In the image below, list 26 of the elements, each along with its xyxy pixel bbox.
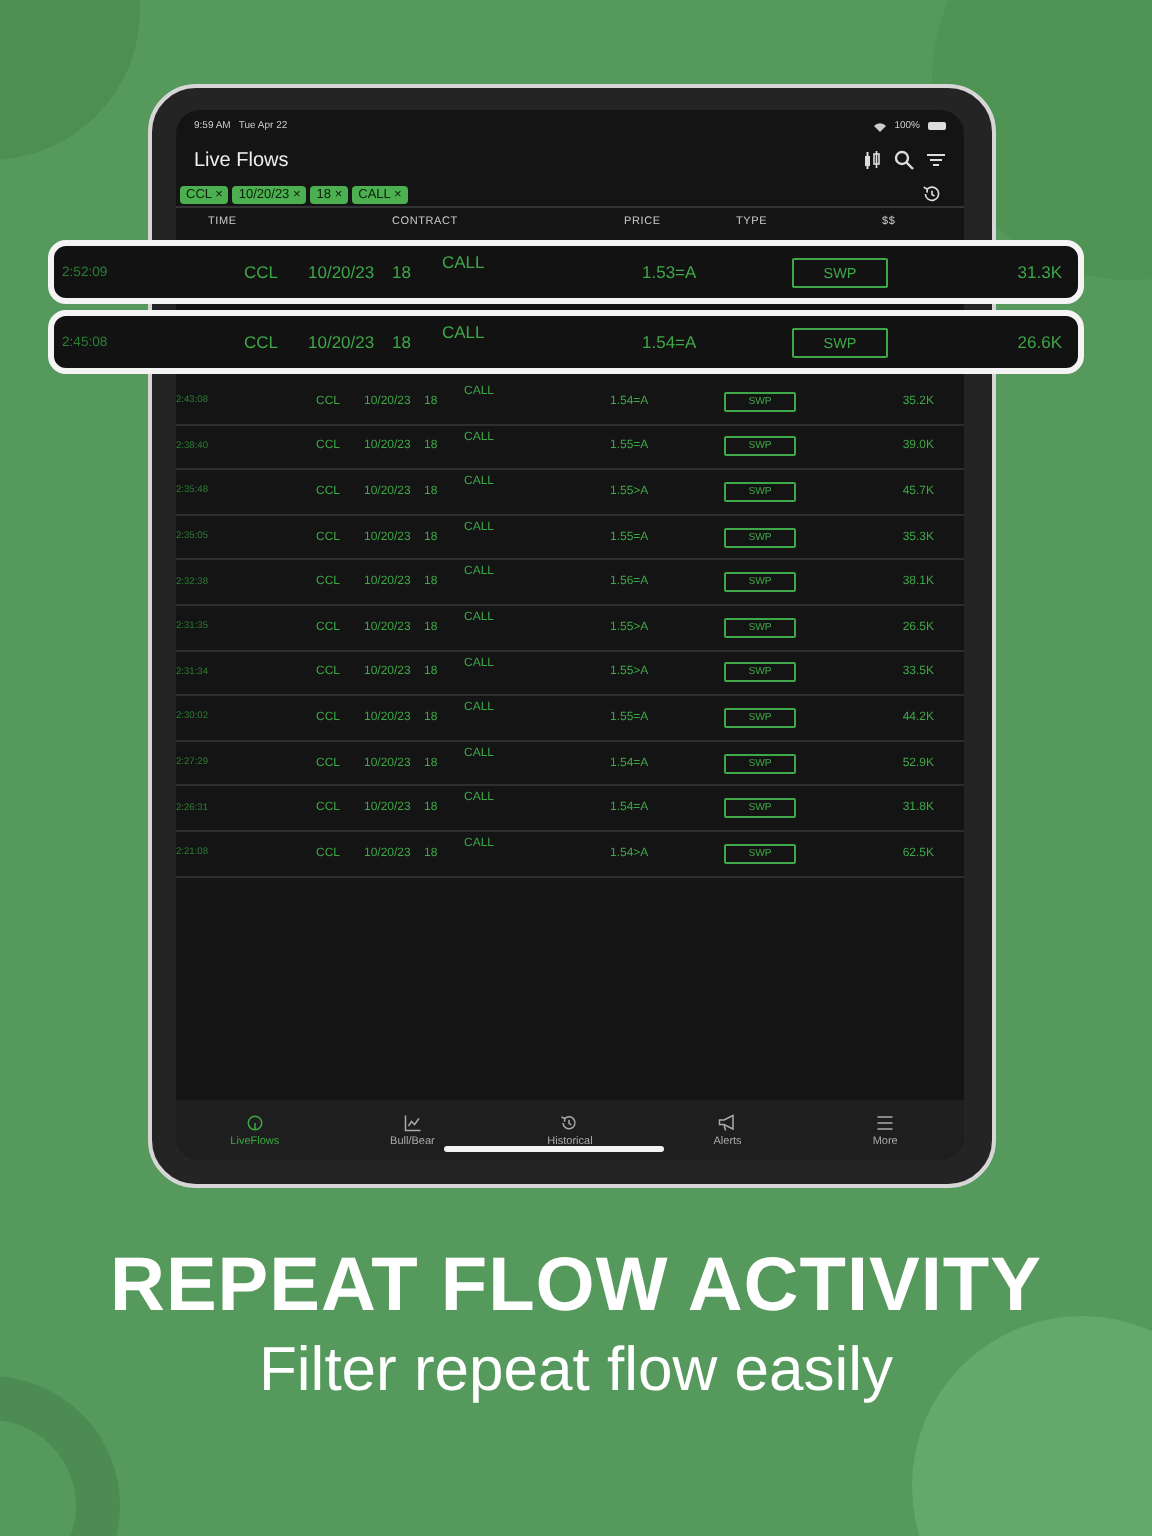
side-cell-text: CALL <box>442 320 487 342</box>
ticker-cell-text: CCL <box>244 332 281 352</box>
expiry-cell-text: 10/20/23 <box>308 262 377 282</box>
search-icon[interactable] <box>894 150 914 170</box>
strike-cell-text: 18 <box>392 332 413 352</box>
battery-icon <box>928 122 946 130</box>
strike-cell-text: 18 <box>392 262 413 282</box>
megaphone-icon <box>718 1113 737 1131</box>
history-icon[interactable] <box>922 184 942 204</box>
history-icon <box>560 1113 579 1131</box>
value-cell-text: 31.3K <box>1015 262 1062 282</box>
filter-icon[interactable] <box>926 150 946 170</box>
candlestick-icon[interactable] <box>862 150 882 170</box>
gauge-icon <box>245 1113 264 1131</box>
value-cell-text: 26.6K <box>1015 332 1062 352</box>
side-cell-text: CALL <box>442 250 487 272</box>
menu-icon <box>876 1113 895 1131</box>
ticker-cell-text: CCL <box>244 262 281 282</box>
subheadline: Filter repeat flow easily <box>256 1334 895 1406</box>
price-cell-text: 1.53=A <box>642 262 699 282</box>
chart-icon <box>403 1113 422 1131</box>
expiry-cell-text: 10/20/23 <box>308 332 377 352</box>
headline: REPEAT FLOW ACTIVITY <box>108 1244 1044 1330</box>
price-cell-text: 1.54=A <box>642 332 699 352</box>
screen-title: Live Flows <box>194 149 289 171</box>
wifi-icon <box>874 121 887 131</box>
